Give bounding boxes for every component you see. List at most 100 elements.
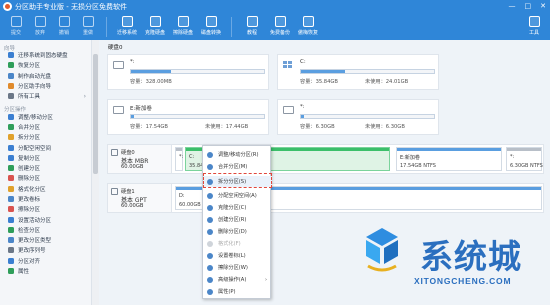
wizard-icon [8,83,14,90]
redo-button[interactable]: 重做 [76,13,100,40]
create-icon [207,216,213,223]
convert-disk-button[interactable]: 磁盘转换 [197,13,225,40]
disk0-header[interactable]: 硬盘0 基本 MBR 60.00GB [108,145,172,173]
menu-item-resize[interactable]: 调整/移动分区(R) [203,149,272,160]
windows-icon [283,61,294,69]
properties-icon [8,268,14,275]
menu-item-allocate[interactable]: 分配空闲空间(A) [203,190,272,201]
create-icon [8,165,14,172]
align-icon [8,257,14,264]
sidebar-item-serial[interactable]: 更改序列号 [0,245,91,255]
sidebar-item-resize[interactable]: 调整/移动分区 [0,111,91,121]
free-backup-button[interactable]: 免费备份 [266,13,294,40]
tools-button[interactable]: 工具 [522,13,546,40]
disk-icon [111,188,118,195]
sidebar-item-wipe[interactable]: 擦除分区 [0,204,91,214]
wipe-icon [207,264,213,271]
sidebar-scrollbar[interactable] [92,40,99,305]
recovery-button[interactable]: 傲梅恢复 [294,13,322,40]
watermark-url: XITONGCHENG.COM [414,276,512,286]
menu-item-set-label[interactable]: 设置卷标(L) [203,250,272,261]
discard-icon [34,16,46,27]
title-bar: 分区助手专业版 - 无损分区免费软件 — □ ✕ [0,0,550,13]
sidebar-item-merge[interactable]: 合并分区 [0,122,91,132]
sidebar-item-split[interactable]: 拆分分区 [0,132,91,142]
partition-card[interactable]: E:新加卷 容量：17.54GB 未使用：17.44GB [107,99,269,135]
backup-icon [274,16,286,27]
menu-item-properties[interactable]: 属性(P) [203,286,272,297]
chevron-right-icon: › [83,92,86,100]
window-title: 分区助手专业版 - 无损分区免费软件 [15,2,127,11]
undo-icon [58,16,70,27]
format-icon [8,185,14,192]
allocate-icon [8,144,14,151]
migrate-icon [8,52,14,59]
sidebar-item-properties[interactable]: 属性 [0,266,91,276]
sidebar-item-create[interactable]: 创建分区 [0,163,91,173]
undo-button[interactable]: 撤销 [52,13,76,40]
disk0-map[interactable]: 硬盘0 基本 MBR 60.00GB *: C:35.84GB NTFS E:新… [107,144,544,174]
menu-item-wipe[interactable]: 擦除分区(W) [203,262,272,273]
drive-icon [113,61,124,69]
sidebar: 向导 迁移系统到固态硬盘 恢复分区 制作启动光盘 分区助手向导 所有工具 › 分区… [0,40,92,305]
partition-card[interactable]: *: 容量：328.00MB [107,54,269,90]
sidebar-item-restore-partition[interactable]: 恢复分区 [0,60,91,70]
menu-item-format[interactable]: 格式化(F) [203,238,272,249]
type-icon [8,237,14,244]
watermark-text: 系统城 [420,237,522,276]
sidebar-item-partition-wizard[interactable]: 分区助手向导 [0,81,91,91]
active-icon [8,216,14,223]
disk1-map[interactable]: 硬盘1 基本 GPT 60.00GB D: 60.00GB NTFS [107,183,544,213]
maximize-button[interactable]: □ [525,2,532,10]
merge-icon [207,163,213,170]
clone-icon [207,204,213,211]
clone-disk-button[interactable]: 克隆硬盘 [141,13,169,40]
window-controls: — □ ✕ [509,2,547,10]
partition-block-e[interactable]: E:新加卷 17.54GB NTFS [396,147,502,171]
scrollbar-thumb[interactable] [93,54,98,174]
wipe-disk-button[interactable]: 擦除硬盘 [169,13,197,40]
sidebar-item-allocate-space[interactable]: 分配空闲空间 [0,142,91,152]
sidebar-item-format[interactable]: 格式化分区 [0,184,91,194]
sidebar-item-all-tools[interactable]: 所有工具 › [0,91,91,101]
sidebar-item-migrate-ssd[interactable]: 迁移系统到固态硬盘 [0,50,91,60]
partition-block[interactable]: *: [175,147,183,171]
disk1-header[interactable]: 硬盘1 基本 GPT 60.00GB [108,184,172,212]
menu-item-merge[interactable]: 合并分区(M) [203,161,272,172]
menu-item-delete[interactable]: 删除分区(D) [203,226,272,237]
sidebar-item-check[interactable]: 检查分区 [0,225,91,235]
usage-bar [300,69,435,74]
sidebar-item-set-active[interactable]: 设置活动分区 [0,214,91,224]
sidebar-item-change-type[interactable]: 更改分区类型 [0,235,91,245]
sidebar-item-align[interactable]: 分区对齐 [0,256,91,266]
discard-button[interactable]: 放弃 [28,13,52,40]
wipe-icon [177,16,189,27]
migrate-system-button[interactable]: 迁移系统 [113,13,141,40]
sidebar-item-copy[interactable]: 复制分区 [0,153,91,163]
sidebar-item-boot-disc[interactable]: 制作启动光盘 [0,71,91,81]
close-button[interactable]: ✕ [540,2,546,10]
menu-item-advanced[interactable]: 高级操作(A) › [203,274,272,285]
menu-item-create[interactable]: 创建分区(R) [203,214,272,225]
commit-button[interactable]: 提交 [4,13,28,40]
resize-icon [8,113,14,120]
sidebar-item-label[interactable]: 更改卷标 [0,194,91,204]
partition-card[interactable]: *: 容量：6.30GB 未使用：6.30GB [277,99,439,135]
disc-icon [8,72,14,79]
properties-icon [207,288,213,295]
check-icon [8,226,14,233]
partition-block[interactable]: *: 6.30GB NTFS [506,147,543,171]
sidebar-item-delete[interactable]: 删除分区 [0,173,91,183]
label-icon [8,196,14,202]
drive-icon [113,106,124,114]
sidebar-section-wizard: 向导 [4,46,16,52]
watermark: 系统城 XITONGCHENG.COM [358,226,538,298]
chevron-right-icon: › [265,276,267,283]
resize-icon [207,151,213,158]
partition-card[interactable]: C: 容量：35.84GB 未使用：24.01GB [277,54,439,90]
menu-item-clone[interactable]: 克隆分区(C) [203,202,272,213]
minimize-button[interactable]: — [509,2,516,10]
tutorial-button[interactable]: 教程 [238,13,266,40]
clone-icon [149,16,161,27]
convert-icon [205,16,217,27]
